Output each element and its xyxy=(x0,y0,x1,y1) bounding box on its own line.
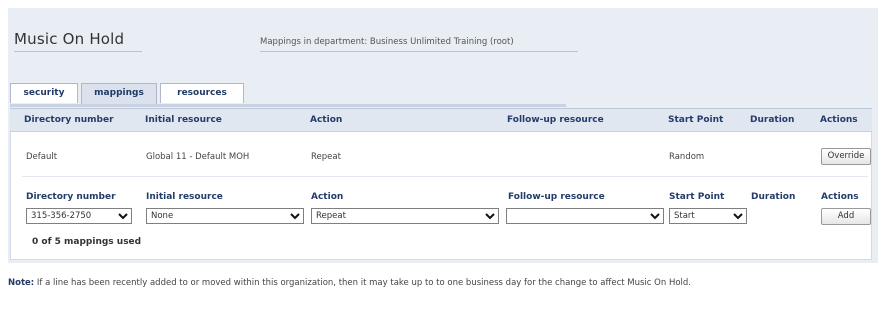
action-value: Repeat xyxy=(316,211,346,221)
action-select[interactable]: Repeat xyxy=(311,208,499,224)
page-title: Music On Hold xyxy=(14,30,125,48)
note-label: Note: xyxy=(8,278,35,288)
col-followup-resource: Follow-up resource xyxy=(507,115,604,125)
chevron-down-icon xyxy=(290,213,300,220)
directory-number-select[interactable]: 315-356-2750 xyxy=(26,208,132,224)
override-button[interactable]: Override xyxy=(821,148,871,165)
department-subtitle: Mappings in department: Business Unlimit… xyxy=(260,37,514,47)
title-underline xyxy=(14,51,142,52)
start-point-select[interactable]: Start xyxy=(669,208,747,224)
col-start-point: Start Point xyxy=(668,115,724,125)
form-label-initial-resource: Initial resource xyxy=(146,192,223,202)
start-point-value: Start xyxy=(674,211,695,221)
col-actions: Actions xyxy=(820,115,858,125)
subtitle-underline xyxy=(260,51,578,52)
form-label-followup-resource: Follow-up resource xyxy=(508,192,605,202)
note-message: If a line has been recently added to or … xyxy=(34,278,691,288)
tab-resources[interactable]: resources xyxy=(160,83,244,103)
row-initial-resource: Global 11 - Default MOH xyxy=(146,152,250,162)
directory-number-value: 315-356-2750 xyxy=(31,211,92,221)
col-initial-resource: Initial resource xyxy=(145,115,222,125)
note-text: Note: If a line has been recently added … xyxy=(8,278,691,288)
add-button[interactable]: Add xyxy=(821,208,871,225)
chevron-down-icon xyxy=(733,213,743,220)
form-label-directory-number: Directory number xyxy=(26,192,116,202)
followup-resource-select[interactable] xyxy=(506,208,664,224)
mappings-usage-count: 0 of 5 mappings used xyxy=(32,237,142,247)
chevron-down-icon xyxy=(485,213,495,220)
row-action: Repeat xyxy=(311,152,341,162)
form-label-actions: Actions xyxy=(821,192,859,202)
row-divider xyxy=(22,176,868,177)
col-action: Action xyxy=(310,115,343,125)
table-header: Directory number Initial resource Action… xyxy=(10,108,872,132)
col-duration: Duration xyxy=(750,115,795,125)
initial-resource-select[interactable]: None xyxy=(146,208,304,224)
tab-mappings[interactable]: mappings xyxy=(81,83,157,105)
initial-resource-value: None xyxy=(151,211,174,221)
form-label-duration: Duration xyxy=(751,192,796,202)
chevron-down-icon xyxy=(118,213,128,220)
tab-underline xyxy=(10,104,566,107)
row-start-point: Random xyxy=(669,152,705,162)
row-directory-number: Default xyxy=(26,152,58,162)
tab-security[interactable]: security xyxy=(10,83,78,103)
chevron-down-icon xyxy=(650,213,660,220)
col-directory-number: Directory number xyxy=(24,115,114,125)
form-label-action: Action xyxy=(311,192,344,202)
form-label-start-point: Start Point xyxy=(669,192,725,202)
